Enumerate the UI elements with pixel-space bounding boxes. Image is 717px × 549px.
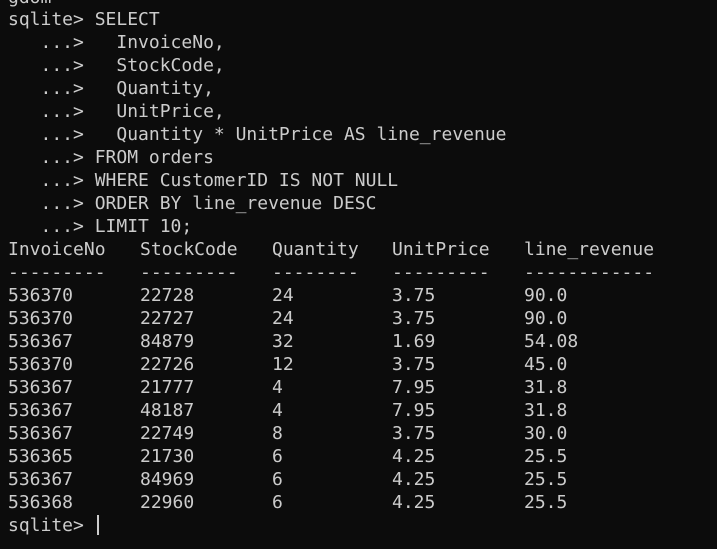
cell-invoiceno: 536367 <box>8 377 74 398</box>
result-header-row: InvoiceNo StockCode Quantity UnitPrice l… <box>8 238 654 261</box>
cell-line-revenue: 90.0 <box>524 308 568 329</box>
cell-invoiceno: 536365 <box>8 446 74 467</box>
cell-unitprice: 1.69 <box>392 331 436 352</box>
cell-line-revenue: 31.8 <box>524 377 568 398</box>
command-input-line[interactable]: sqlite> <box>8 514 99 537</box>
cell-invoiceno: 536367 <box>8 423 74 444</box>
cell-line-revenue: 54.08 <box>524 331 579 352</box>
terminal-window[interactable]: gdom sqlite> SELECT ...> InvoiceNo, ...>… <box>0 0 717 549</box>
table-row: 536367 48187 4 7.95 31.8 <box>8 399 567 422</box>
cell-stockcode: 21730 <box>140 446 195 467</box>
query-line: ...> ORDER BY line_revenue DESC <box>8 193 377 214</box>
cell-line-revenue: 90.0 <box>524 285 568 306</box>
cell-stockcode: 48187 <box>140 400 195 421</box>
cell-line-revenue: 30.0 <box>524 423 568 444</box>
cell-invoiceno: 536368 <box>8 492 74 513</box>
column-header-line-revenue: line_revenue <box>524 239 655 260</box>
text-cursor <box>96 515 99 535</box>
table-row: 536367 84969 6 4.25 25.5 <box>8 468 567 491</box>
cell-stockcode: 22960 <box>140 492 195 513</box>
cell-quantity: 24 <box>272 308 294 329</box>
cell-invoiceno: 536370 <box>8 354 74 375</box>
column-header-stockcode: StockCode <box>140 239 238 260</box>
table-row: 536368 22960 6 4.25 25.5 <box>8 491 567 514</box>
cell-invoiceno: 536370 <box>8 285 74 306</box>
cell-invoiceno: 536370 <box>8 308 74 329</box>
column-header-unitprice: UnitPrice <box>392 239 490 260</box>
cell-unitprice: 4.25 <box>392 492 436 513</box>
cell-stockcode: 84879 <box>140 331 195 352</box>
query-line: ...> UnitPrice, <box>8 101 225 122</box>
table-row: 536367 21777 4 7.95 31.8 <box>8 376 567 399</box>
cell-quantity: 6 <box>272 446 283 467</box>
cell-stockcode: 22726 <box>140 354 195 375</box>
cell-unitprice: 4.25 <box>392 469 436 490</box>
separator: --------- <box>140 262 238 283</box>
cell-unitprice: 7.95 <box>392 377 436 398</box>
cell-unitprice: 3.75 <box>392 308 436 329</box>
table-row: 536367 22749 8 3.75 30.0 <box>8 422 567 445</box>
cell-invoiceno: 536367 <box>8 331 74 352</box>
query-line: ...> Quantity, <box>8 78 214 99</box>
cell-unitprice: 3.75 <box>392 423 436 444</box>
cell-quantity: 4 <box>272 400 283 421</box>
query-line: ...> WHERE CustomerID IS NOT NULL <box>8 170 399 191</box>
query-line: ...> StockCode, <box>8 55 225 76</box>
table-row: 536370 22728 24 3.75 90.0 <box>8 284 567 307</box>
query-line: sqlite> SELECT <box>8 9 160 30</box>
column-header-invoiceno: InvoiceNo <box>8 239 106 260</box>
query-line: ...> LIMIT 10; <box>8 216 193 237</box>
cell-stockcode: 22727 <box>140 308 195 329</box>
query-line: ...> FROM orders <box>8 147 214 168</box>
cell-line-revenue: 25.5 <box>524 469 568 490</box>
cell-quantity: 6 <box>272 492 283 513</box>
cell-quantity: 24 <box>272 285 294 306</box>
cell-line-revenue: 45.0 <box>524 354 568 375</box>
table-row: 536367 84879 32 1.69 54.08 <box>8 330 578 353</box>
cell-line-revenue: 31.8 <box>524 400 568 421</box>
cell-invoiceno: 536367 <box>8 400 74 421</box>
result-separator-row: --------- --------- -------- --------- -… <box>8 261 654 284</box>
cell-unitprice: 3.75 <box>392 354 436 375</box>
separator: -------- <box>272 262 359 283</box>
cell-stockcode: 22728 <box>140 285 195 306</box>
cell-stockcode: 84969 <box>140 469 195 490</box>
cell-line-revenue: 25.5 <box>524 446 568 467</box>
table-row: 536370 22727 24 3.75 90.0 <box>8 307 567 330</box>
column-header-quantity: Quantity <box>272 239 359 260</box>
cell-stockcode: 21777 <box>140 377 195 398</box>
separator: --------- <box>8 262 106 283</box>
cell-quantity: 32 <box>272 331 294 352</box>
separator: ------------ <box>524 262 655 283</box>
prompt-label: sqlite> <box>8 515 95 536</box>
cell-line-revenue: 25.5 <box>524 492 568 513</box>
table-row: 536370 22726 12 3.75 45.0 <box>8 353 567 376</box>
cell-quantity: 8 <box>272 423 283 444</box>
cell-stockcode: 22749 <box>140 423 195 444</box>
separator: --------- <box>392 262 490 283</box>
cell-unitprice: 3.75 <box>392 285 436 306</box>
cell-quantity: 4 <box>272 377 283 398</box>
cell-invoiceno: 536367 <box>8 469 74 490</box>
query-line: ...> Quantity * UnitPrice AS line_revenu… <box>8 124 507 145</box>
cell-unitprice: 7.95 <box>392 400 436 421</box>
cell-quantity: 6 <box>272 469 283 490</box>
cell-quantity: 12 <box>272 354 294 375</box>
table-row: 536365 21730 6 4.25 25.5 <box>8 445 567 468</box>
cell-unitprice: 4.25 <box>392 446 436 467</box>
query-line: ...> InvoiceNo, <box>8 32 225 53</box>
